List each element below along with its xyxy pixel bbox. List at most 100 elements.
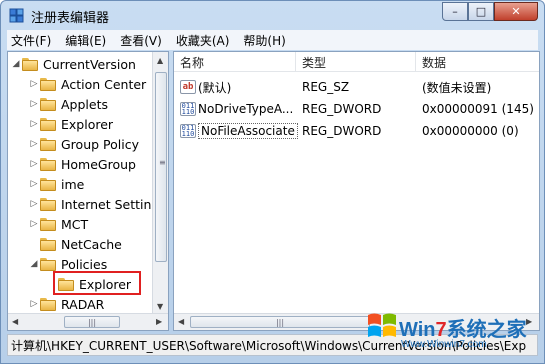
tree-item-label: MCT — [61, 216, 89, 232]
expand-arrow-icon[interactable]: ▷ — [28, 114, 40, 134]
expand-arrow-icon[interactable]: ▷ — [28, 214, 40, 234]
title-bar[interactable]: 注册表编辑器 – □ ✕ — [1, 1, 544, 29]
watermark-url: Www.Winwin7.com — [401, 339, 487, 350]
value-data: 0x00000000 (0) — [422, 124, 519, 138]
binary-value-icon: 011 110 — [180, 124, 196, 138]
collapse-arrow-icon[interactable]: ◢ — [28, 254, 40, 274]
binary-value-icon: 011 110 — [180, 102, 196, 116]
tree-horizontal-scrollbar[interactable]: ◀ ||| ▶ — [8, 313, 168, 330]
tree-item[interactable]: ▷ Internet Settings — [28, 194, 166, 214]
expand-arrow-icon[interactable]: ▷ — [28, 74, 40, 94]
tree-item-label: NetCache — [61, 236, 122, 252]
expand-arrow-icon — [28, 234, 40, 254]
tree-item-label: Explorer — [61, 116, 114, 132]
values-header: 名称 类型 数据 — [174, 52, 539, 72]
highlight-box — [53, 271, 141, 295]
minimize-button[interactable]: – — [442, 2, 468, 21]
watermark-logo: Win7系统之家 Www.Winwin7.com — [361, 301, 544, 361]
registry-tree-pane[interactable]: ◢ CurrentVersion ▷ Action Center ▷ Applets ▷ Ex… — [7, 51, 169, 331]
value-name-cell: ab (默认) — [180, 76, 296, 98]
registry-editor-icon — [9, 8, 24, 23]
collapse-arrow-icon[interactable]: ◢ — [10, 54, 22, 74]
tree-item-label: RADAR — [61, 296, 105, 312]
value-row-selected[interactable]: 011 110 NoFileAssociate REG_DWORD 0x00000… — [174, 120, 539, 142]
value-name-cell: 011 110 NoDriveTypeA... — [180, 98, 296, 120]
grip-icon: ≡ — [159, 158, 166, 167]
expand-arrow-icon[interactable]: ▷ — [28, 154, 40, 174]
expand-arrow-icon[interactable]: ▷ — [28, 174, 40, 194]
window-controls: – □ ✕ — [442, 2, 538, 22]
value-data: 0x00000091 (145) — [422, 102, 534, 116]
value-type: REG_DWORD — [302, 124, 382, 138]
tree-scroll-thumb[interactable]: ≡ — [155, 72, 167, 262]
folder-icon — [40, 77, 56, 91]
menu-edit[interactable]: 编辑(E) — [65, 32, 106, 49]
scroll-right-arrow-icon[interactable]: ▶ — [156, 317, 162, 326]
scroll-left-arrow-icon[interactable]: ◀ — [178, 317, 184, 326]
expand-arrow-icon[interactable]: ▷ — [28, 194, 40, 214]
folder-icon — [40, 97, 56, 111]
scroll-down-arrow-icon[interactable]: ▼ — [157, 302, 163, 311]
value-name: NoFileAssociate — [198, 123, 298, 139]
tree-item-label: HomeGroup — [61, 156, 136, 172]
folder-icon — [40, 217, 56, 231]
value-row[interactable]: ab (默认) REG_SZ (数值未设置) — [174, 76, 539, 98]
expand-arrow-icon[interactable]: ▷ — [28, 94, 40, 114]
value-name: (默认) — [198, 80, 232, 95]
folder-icon — [40, 297, 56, 311]
folder-icon — [22, 57, 38, 71]
value-type: REG_DWORD — [302, 102, 382, 116]
folder-icon — [40, 157, 56, 171]
tree-item[interactable]: ▷ MCT — [28, 214, 89, 234]
scroll-left-arrow-icon[interactable]: ◀ — [12, 317, 18, 326]
folder-icon — [40, 257, 56, 271]
expand-arrow-icon[interactable]: ▷ — [28, 294, 40, 314]
value-type: REG_SZ — [302, 80, 350, 94]
maximize-button[interactable]: □ — [468, 2, 494, 21]
column-name-header[interactable]: 名称 — [174, 52, 296, 72]
tree-item[interactable]: ▷ ime — [28, 174, 85, 194]
windows-logo-icon — [368, 313, 396, 337]
menu-favorites[interactable]: 收藏夹(A) — [176, 32, 230, 49]
tree-item-label: Action Center — [61, 76, 147, 92]
tree-vertical-scrollbar[interactable]: ▲ ≡ ▼ — [152, 52, 168, 314]
menu-view[interactable]: 查看(V) — [120, 32, 162, 49]
tree-item[interactable]: ▷ Action Center — [28, 74, 147, 94]
value-row[interactable]: 011 110 NoDriveTypeA... REG_DWORD 0x00000… — [174, 98, 539, 120]
folder-icon — [40, 197, 56, 211]
tree-item-label: Applets — [61, 96, 108, 112]
expand-arrow-icon[interactable]: ▷ — [28, 134, 40, 154]
folder-icon — [40, 177, 56, 191]
tree-item[interactable]: ▷ Group Policy — [28, 134, 139, 154]
tree-item-label: Internet Settings — [61, 196, 166, 212]
menu-bar: 文件(F) 编辑(E) 查看(V) 收藏夹(A) 帮助(H) — [7, 30, 538, 50]
window-title: 注册表编辑器 — [31, 11, 110, 26]
string-value-icon: ab — [180, 80, 196, 94]
value-name: NoDriveTypeA... — [198, 102, 294, 116]
tree-item[interactable]: ▷ Explorer — [28, 114, 114, 134]
tree-item[interactable]: ▷ RADAR — [28, 294, 105, 314]
menu-file[interactable]: 文件(F) — [11, 32, 51, 49]
tree-item[interactable]: ▷ HomeGroup — [28, 154, 136, 174]
column-data-header[interactable]: 数据 — [416, 52, 539, 72]
registry-editor-window: 注册表编辑器 – □ ✕ 文件(F) 编辑(E) 查看(V) 收藏夹(A) 帮助… — [0, 0, 545, 364]
folder-icon — [40, 237, 56, 251]
registry-values-pane[interactable]: 名称 类型 数据 ab (默认) REG_SZ (数值未设置) 011 110 N… — [173, 51, 540, 331]
value-name-cell: 011 110 NoFileAssociate — [180, 120, 298, 142]
tree-item-label: ime — [61, 176, 85, 192]
column-type-header[interactable]: 类型 — [296, 52, 416, 72]
watermark-brand: Win7系统之家 — [399, 319, 527, 341]
close-button[interactable]: ✕ — [494, 2, 538, 21]
tree-item[interactable]: ▷ Applets — [28, 94, 108, 114]
tree-item-label: Group Policy — [61, 136, 139, 152]
value-data: (数值未设置) — [422, 80, 492, 95]
folder-icon — [40, 137, 56, 151]
values-hscroll-thumb[interactable]: ||| — [190, 316, 370, 328]
tree-hscroll-thumb[interactable]: ||| — [64, 316, 120, 328]
scroll-up-arrow-icon[interactable]: ▲ — [157, 56, 163, 65]
tree-item-label: Policies — [61, 256, 108, 272]
tree-item[interactable]: NetCache — [28, 234, 122, 254]
tree-item[interactable]: ◢ CurrentVersion — [10, 54, 136, 74]
folder-icon — [40, 117, 56, 131]
menu-help[interactable]: 帮助(H) — [243, 32, 285, 49]
